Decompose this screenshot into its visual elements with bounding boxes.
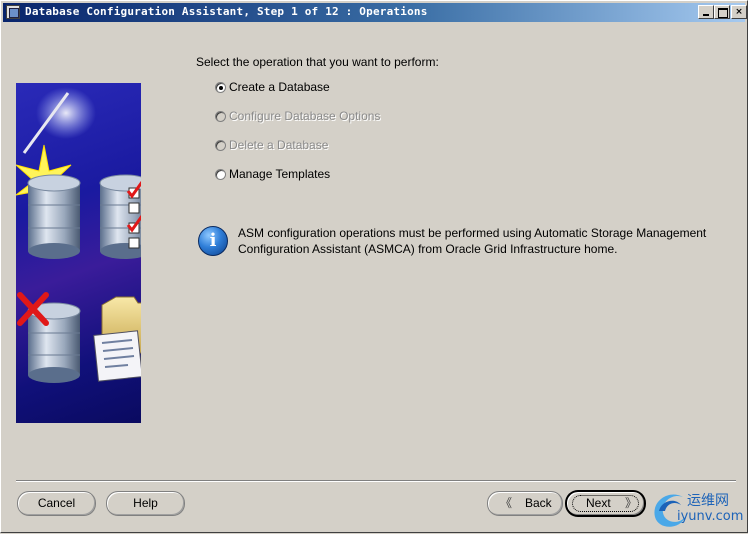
minimize-button[interactable] [698,5,714,19]
chevron-left-icon: 《 [500,496,513,510]
radio-create-database-label: Create a Database [229,80,330,94]
checkbox-icon-2 [128,202,140,214]
radio-create-database-control[interactable] [215,82,226,93]
cancel-button[interactable]: Cancel [17,491,96,516]
title-bar[interactable]: Database Configuration Assistant, Step 1… [3,3,747,22]
back-button[interactable]: 《 Back [487,491,563,516]
help-button[interactable]: Help [106,491,185,516]
dbca-window: Database Configuration Assistant, Step 1… [0,0,748,533]
radio-configure-options-control [215,111,226,122]
app-icon [6,5,20,19]
watermark-text-en: iyunv.com [677,509,744,524]
radio-delete-database-label: Delete a Database [229,138,329,152]
document-icon [93,330,141,382]
radio-delete-database-control [215,140,226,151]
info-icon: i [198,226,228,256]
close-button[interactable]: × [731,5,747,19]
next-button[interactable]: Next 》 [566,491,645,516]
maximize-button[interactable] [714,5,730,19]
wizard-banner-image [16,83,141,423]
footer-separator-highlight [16,481,736,482]
radio-configure-options-label: Configure Database Options [229,109,381,123]
database-icon-1 [27,174,81,259]
radio-manage-templates-control[interactable] [215,169,226,180]
radio-manage-templates-label: Manage Templates [229,167,331,181]
checkbox-icon-4 [128,237,140,249]
site-watermark: 运维网 iyunv.com [649,487,748,531]
banner-illustration [16,87,141,383]
back-button-label: Back [525,496,552,510]
operation-prompt: Select the operation that you want to pe… [196,55,439,69]
asm-info-message: ASM configuration operations must be per… [238,226,707,256]
window-title: Database Configuration Assistant, Step 1… [25,5,428,18]
next-button-label: Next [586,496,611,510]
chevron-right-icon: 》 [625,496,638,510]
watermark-text-cn: 运维网 [687,493,729,509]
